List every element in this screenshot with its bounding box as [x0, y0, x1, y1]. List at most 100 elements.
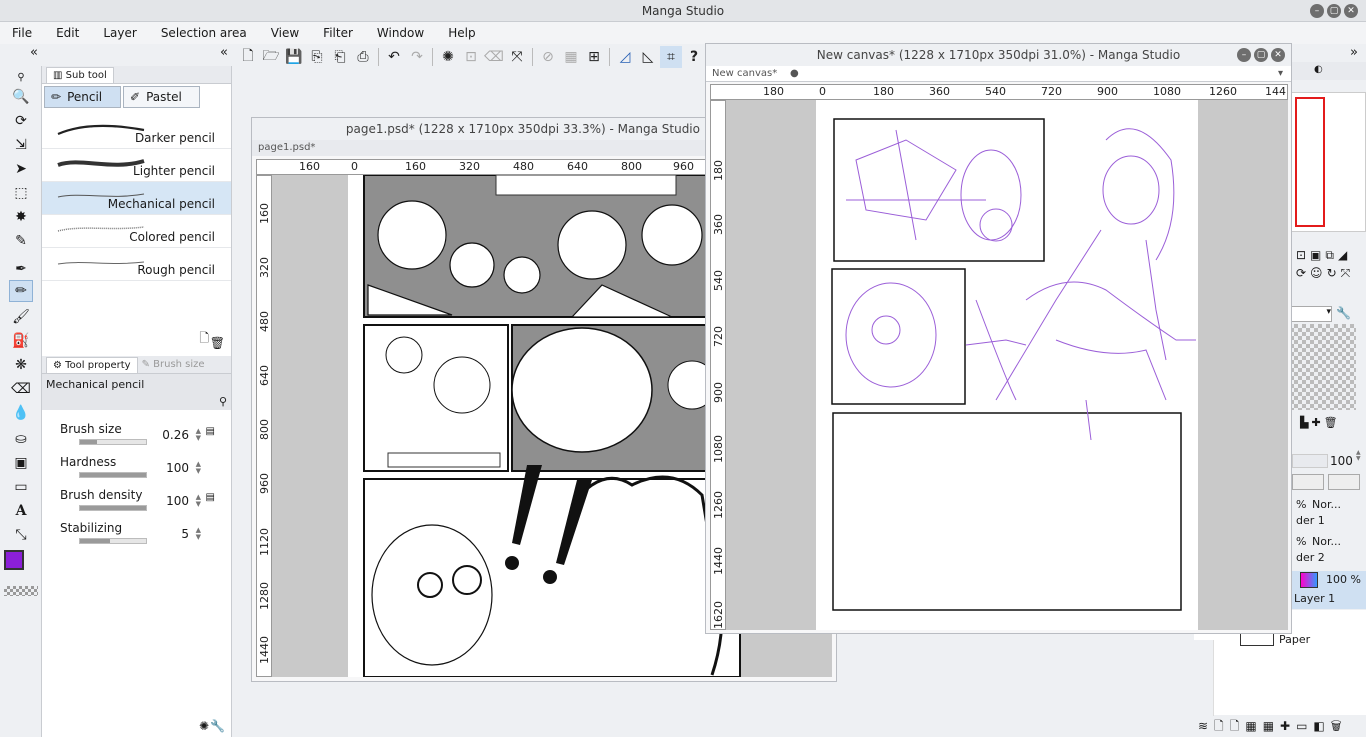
layer-panel-footer[interactable]: ≋🗋🗋▦▦✚▭◧🗑 — [1194, 716, 1366, 737]
select-all-icon[interactable]: ⊞ — [583, 46, 605, 68]
zoom-icon[interactable]: 🔍 — [9, 86, 33, 108]
brush-size-slider[interactable] — [79, 439, 147, 445]
brush-icon[interactable]: 🖌 — [9, 306, 33, 328]
wrench-icon[interactable]: 🔧 — [1336, 306, 1351, 320]
close-icon[interactable]: ✕ — [1271, 48, 1285, 62]
brush-size-popup-icon[interactable]: ▤ — [206, 426, 215, 437]
layer-color-button[interactable] — [1328, 474, 1360, 490]
menu-edit[interactable]: Edit — [44, 22, 91, 44]
help-icon[interactable]: ? — [683, 46, 705, 68]
tool-settings-icon[interactable]: ⚲ — [219, 395, 227, 408]
spin-icon[interactable]: ▲ ▼ — [196, 428, 201, 442]
menu-selection-area[interactable]: Selection area — [149, 22, 259, 44]
scale-icon[interactable]: ⤧ — [506, 46, 528, 68]
maximize-icon[interactable]: ▢ — [1254, 48, 1268, 62]
export-icon[interactable]: ⎗ — [329, 46, 351, 68]
layer-item-border-1[interactable]: % Nor... der 1 — [1290, 498, 1366, 534]
transparent-color-swatch[interactable] — [4, 586, 38, 596]
undo-icon[interactable]: ↶ — [383, 46, 405, 68]
menu-help[interactable]: Help — [436, 22, 487, 44]
pen-icon[interactable]: ✒ — [9, 258, 33, 280]
rotate-icon[interactable]: ⟳ — [9, 110, 33, 132]
canvas-area-new-canvas[interactable] — [726, 100, 1288, 630]
operation-icon[interactable]: ⤡ — [9, 524, 33, 546]
loading-icon[interactable]: ✺ — [437, 46, 459, 68]
eyedropper-icon[interactable]: ✎ — [9, 230, 33, 252]
new-file-icon[interactable]: 🗋 — [237, 46, 259, 68]
brush-density-slider[interactable] — [79, 505, 147, 511]
redo-icon[interactable]: ↷ — [406, 46, 428, 68]
reset-settings-icon[interactable]: ✺ — [199, 719, 209, 733]
spin-icon[interactable]: ▲ ▼ — [196, 494, 201, 508]
airbrush-icon[interactable]: ⛽ — [9, 330, 33, 352]
layer-item-layer-1[interactable]: 100 % Layer 1 — [1290, 571, 1366, 609]
spin-icon[interactable]: ▲ ▼ — [196, 461, 201, 475]
fill-icon[interactable]: ▦ — [560, 46, 582, 68]
navigator-viewport[interactable] — [1295, 97, 1325, 227]
navigator-tools-2[interactable]: ⟳☺↻⤧ — [1296, 266, 1354, 281]
close-icon[interactable]: ✕ — [1344, 4, 1358, 18]
collapse-left-icon[interactable]: « — [30, 45, 38, 60]
decoration-icon[interactable]: ❋ — [9, 354, 33, 376]
menu-file[interactable]: File — [0, 22, 44, 44]
collapse-right-icon[interactable]: » — [1350, 45, 1358, 60]
navigator-tools[interactable]: ⊡▣⧉◢ — [1296, 248, 1351, 263]
folder-icon[interactable]: ⎘ — [306, 46, 328, 68]
object-select-icon[interactable]: ➤ — [9, 158, 33, 180]
collapse-subtool-icon[interactable]: « — [220, 45, 228, 60]
palette-tab-icon[interactable]: ⚲ — [9, 66, 33, 88]
clear-icon[interactable]: ⊘ — [537, 46, 559, 68]
minimize-icon[interactable]: – — [1310, 4, 1324, 18]
layer-item-border-2[interactable]: % Nor... der 2 — [1290, 535, 1366, 571]
navigator-tab-icon[interactable]: ◐ — [1314, 64, 1323, 75]
layer-mode-select[interactable]: ▾ — [1290, 306, 1332, 322]
tab-close-icon[interactable]: ● — [790, 66, 799, 82]
opacity-slider[interactable] — [1292, 454, 1328, 468]
stabilizing-slider[interactable] — [79, 538, 147, 544]
tab-dropdown-icon[interactable]: ▾ — [1278, 66, 1283, 82]
brush-item-rough-pencil[interactable]: Rough pencil — [42, 248, 231, 281]
perspective-icon[interactable]: ◺ — [637, 46, 659, 68]
subtool-tab[interactable]: ▥ Sub tool — [46, 66, 114, 83]
auto-select-icon[interactable]: ✸ — [9, 206, 33, 228]
fill-bucket-icon[interactable]: ⛀ — [9, 428, 33, 450]
pencil-icon[interactable]: ✏ — [9, 280, 33, 302]
layer-item-paper[interactable]: Paper — [1279, 633, 1310, 646]
menu-view[interactable]: View — [259, 22, 311, 44]
blend-icon[interactable]: 💧 — [9, 402, 33, 424]
import-icon[interactable]: ⎙ — [352, 46, 374, 68]
ruler-icon[interactable]: ◿ — [614, 46, 636, 68]
menu-window[interactable]: Window — [365, 22, 436, 44]
text-icon[interactable]: A — [9, 500, 33, 522]
wrench-icon[interactable]: 🔧 — [210, 719, 225, 733]
brush-item-colored-pencil[interactable]: Colored pencil — [42, 215, 231, 248]
delete-subtool-icon[interactable]: 🗑 — [210, 336, 225, 350]
new-subtool-icon[interactable]: 🗋 — [199, 329, 209, 350]
spin-icon[interactable]: ▲ ▼ — [196, 527, 201, 541]
brush-item-darker-pencil[interactable]: Darker pencil — [42, 116, 231, 149]
figure-icon[interactable]: ▭ — [9, 476, 33, 498]
brush-item-lighter-pencil[interactable]: Lighter pencil — [42, 149, 231, 182]
move-icon[interactable]: ⇲ — [9, 134, 33, 156]
tool-property-tab[interactable]: ⚙ Tool property — [46, 356, 138, 373]
brush-size-tab[interactable]: ✎ Brush size — [142, 359, 205, 370]
menu-layer[interactable]: Layer — [91, 22, 148, 44]
layer-property-tools[interactable]: ▙✚🗑 — [1300, 416, 1341, 429]
eraser-icon[interactable]: ⌫ — [9, 378, 33, 400]
hardness-slider[interactable] — [79, 472, 147, 478]
menu-filter[interactable]: Filter — [311, 22, 365, 44]
subtool-tab-pastel[interactable]: ✐ Pastel — [123, 86, 200, 108]
open-folder-icon[interactable]: 🗁 — [260, 46, 282, 68]
save-icon[interactable]: 💾 — [283, 46, 305, 68]
maximize-icon[interactable]: ▢ — [1327, 4, 1341, 18]
marquee-icon[interactable]: ⬚ — [9, 182, 33, 204]
minimize-icon[interactable]: – — [1237, 48, 1251, 62]
blend-mode-button[interactable] — [1292, 474, 1324, 490]
main-color-swatch[interactable] — [4, 550, 24, 570]
navigator-preview[interactable] — [1290, 92, 1366, 232]
document-tab-new-canvas[interactable]: New canvas* ● ▾ — [706, 66, 1291, 82]
eraser-selection-icon[interactable]: ⌫ — [483, 46, 505, 68]
snap-icon[interactable]: ⌗ — [660, 46, 682, 68]
brush-item-mechanical-pencil[interactable]: Mechanical pencil — [42, 182, 231, 215]
gradient-icon[interactable]: ▣ — [9, 452, 33, 474]
